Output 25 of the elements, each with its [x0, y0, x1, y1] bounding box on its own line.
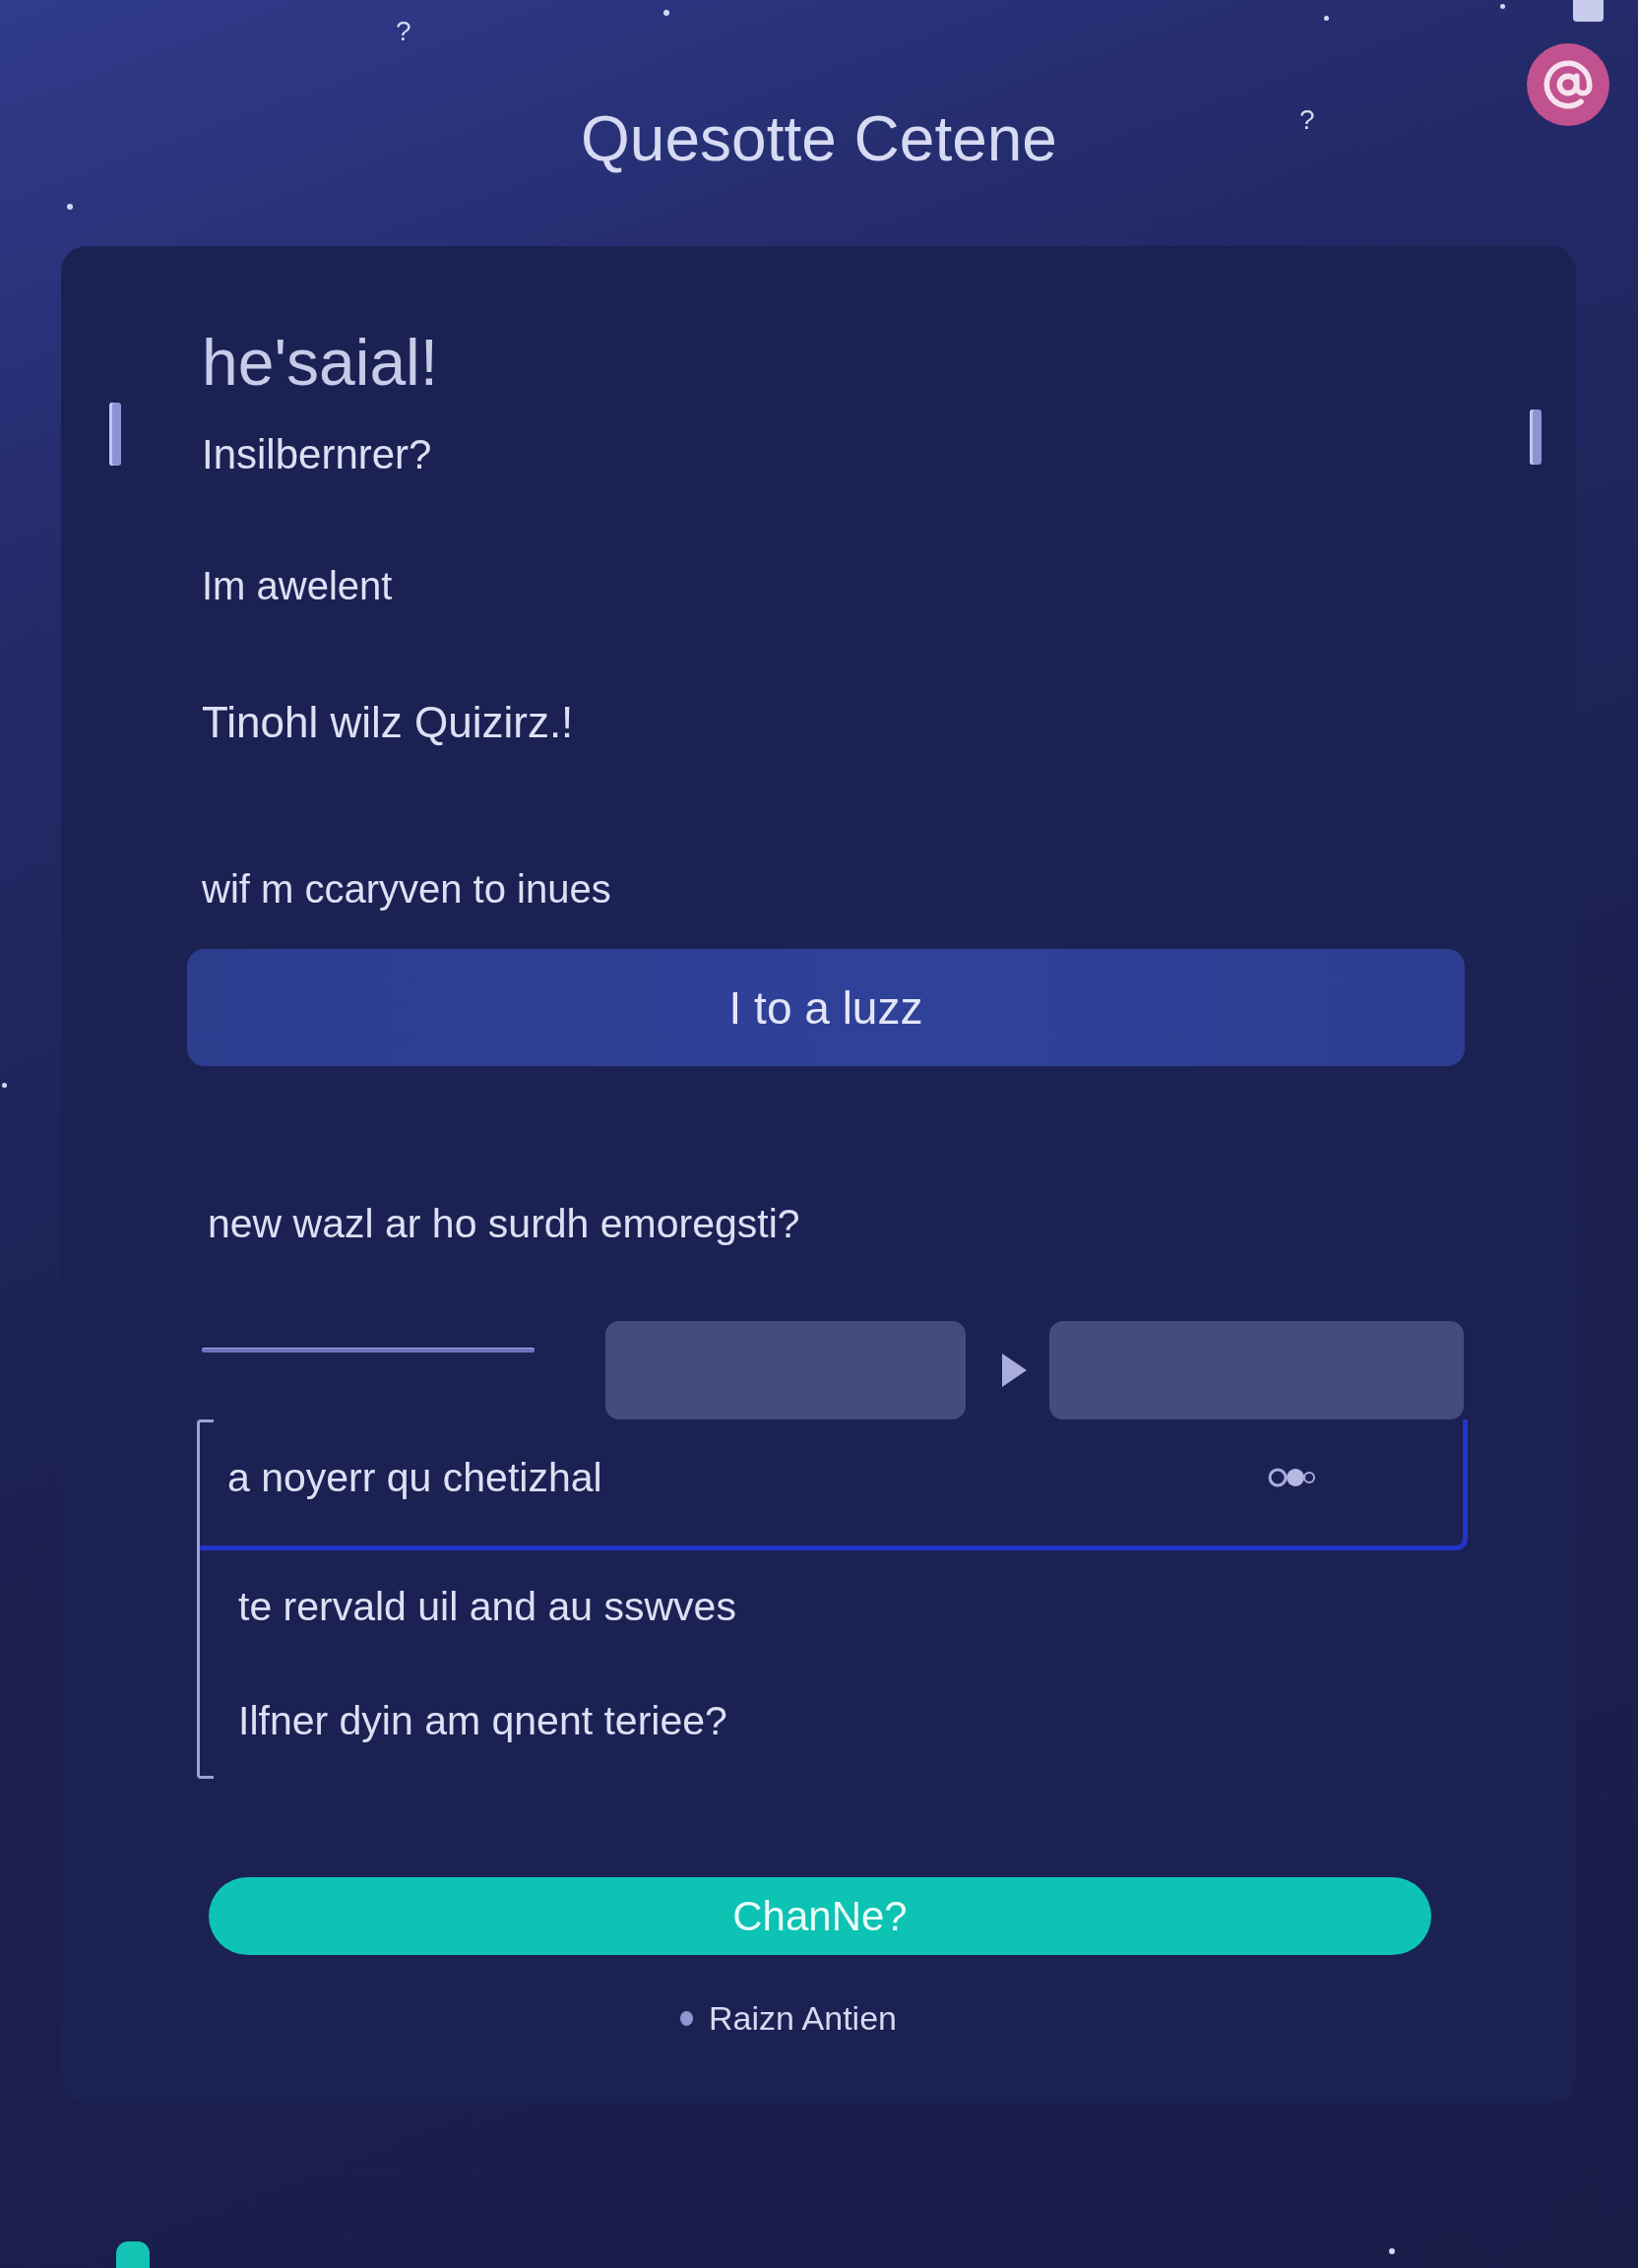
answer-option[interactable]: te rervald uil and au sswves [200, 1552, 1468, 1665]
text-line: wif m ccaryven to inues [202, 866, 611, 913]
bullet-dot-icon [680, 2010, 694, 2026]
card-heading: he'saial! [202, 325, 439, 401]
handle-icon [116, 2241, 150, 2268]
fill-in-line[interactable] [202, 1348, 535, 1353]
text-line: Tinohl wilz Quizirz.! [202, 698, 574, 747]
question-mark: ? [396, 18, 411, 45]
answer-option[interactable]: Ilfner dyin am qnent teriee? [200, 1667, 1468, 1779]
question-mark: ? [1299, 106, 1315, 134]
vertical-bar-icon [1530, 410, 1542, 465]
answer-option[interactable]: a noyerr qu chetizhal [200, 1419, 1468, 1550]
dot-icon [1268, 1467, 1315, 1488]
at-sign-icon [1543, 59, 1594, 110]
text-line: Im awelent [202, 563, 393, 609]
page-title: Quesotte Cetene [581, 103, 1057, 174]
answer-box[interactable] [1049, 1321, 1464, 1419]
quiz-button[interactable]: I to a luzz [187, 949, 1465, 1066]
tile-icon [1573, 0, 1604, 22]
text-line: Insilbernrer? [202, 430, 432, 479]
footer-link[interactable]: Raizn Antien [709, 1998, 897, 2038]
answer-box[interactable] [605, 1321, 966, 1419]
vertical-bar-icon [109, 403, 121, 466]
question-text: new wazl ar ho surdh emoregsti? [208, 1200, 800, 1248]
play-icon [1002, 1354, 1027, 1387]
